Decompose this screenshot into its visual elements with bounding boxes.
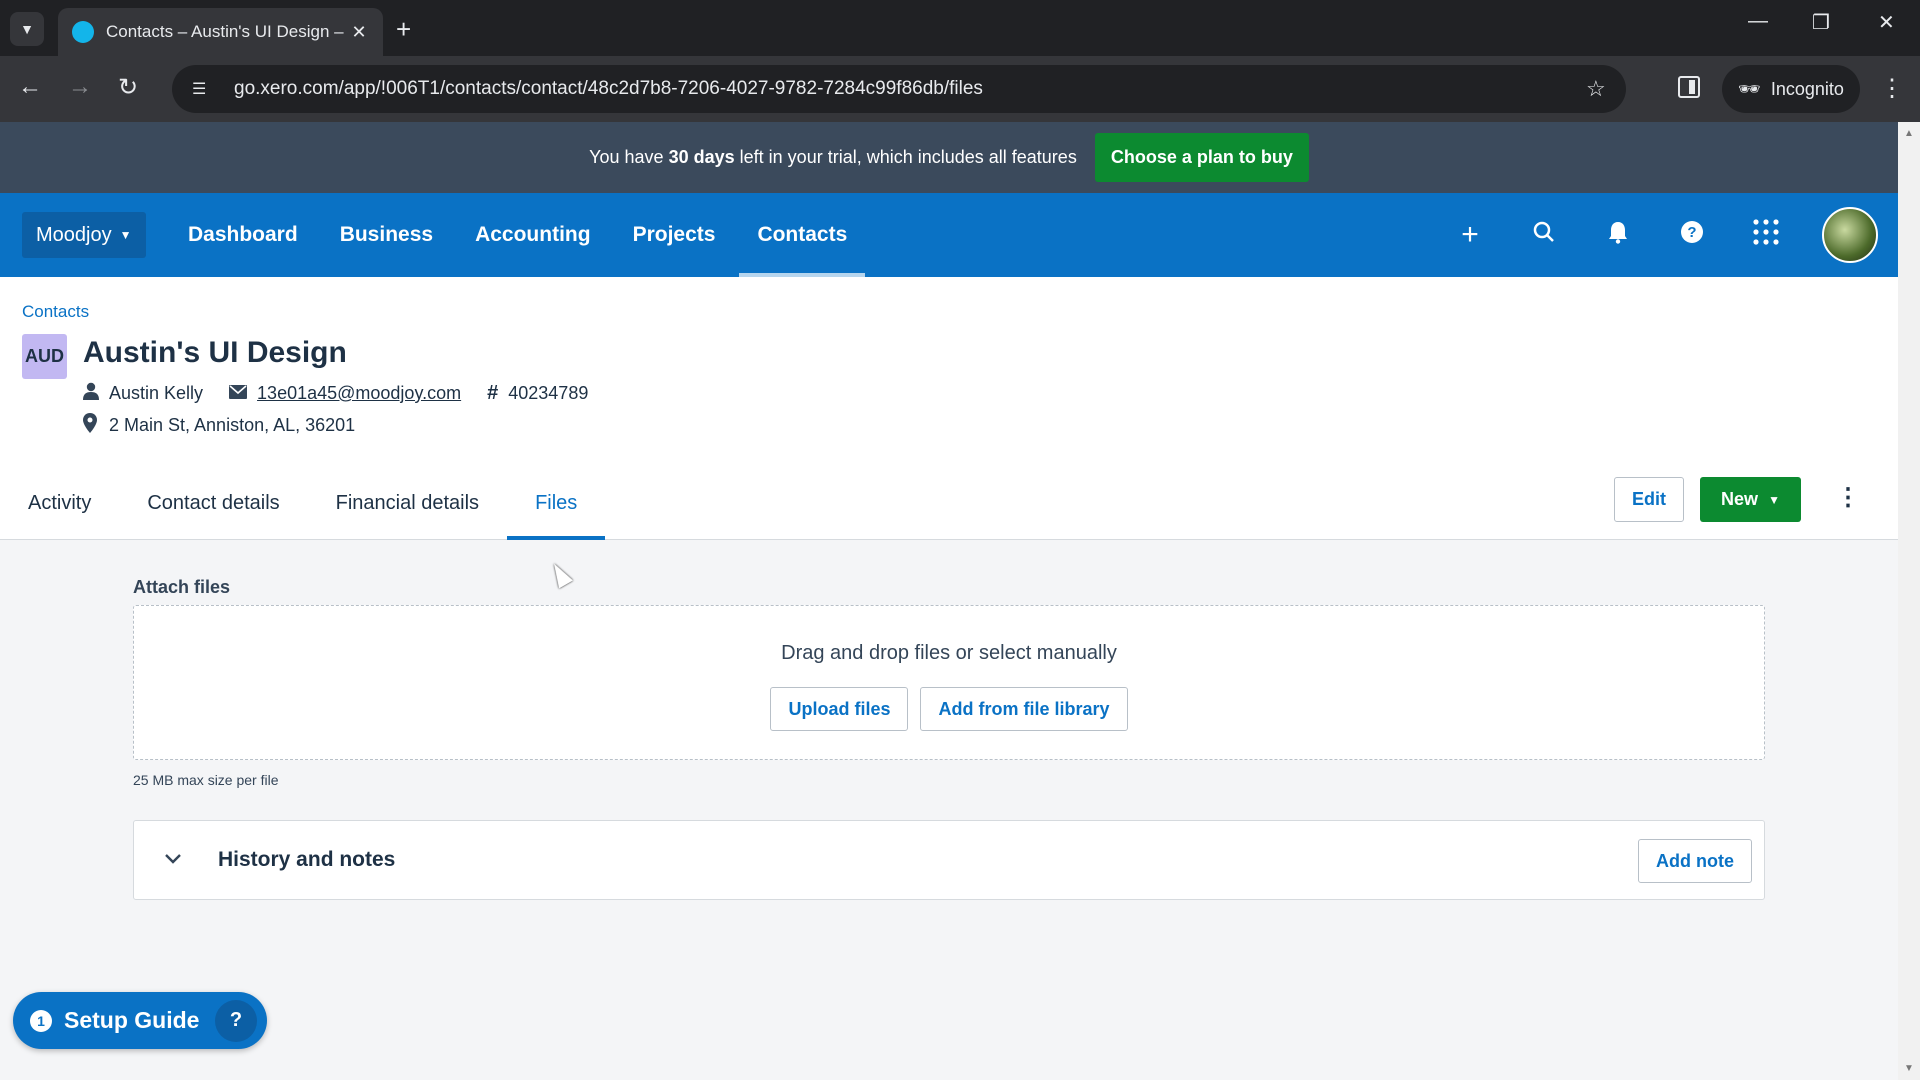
browser-toolbar: ← → ↻ ☰ go.xero.com/app/!006T1/contacts/… (0, 56, 1920, 122)
chat-help-icon[interactable]: ? (215, 999, 257, 1042)
apps-grid-icon[interactable] (1748, 218, 1784, 253)
nav-projects[interactable]: Projects (615, 193, 734, 277)
svg-text:?: ? (1687, 224, 1696, 241)
browser-tab[interactable]: Contacts – Austin's UI Design – ✕ (58, 8, 383, 56)
chevron-down-icon[interactable] (164, 845, 182, 871)
contact-tabs: Activity Contact details Financial detai… (0, 467, 606, 540)
back-icon[interactable]: ← (18, 73, 42, 101)
caret-down-icon: ▼ (1768, 492, 1780, 507)
breadcrumb-contacts[interactable]: Contacts (22, 302, 89, 322)
tab-search-button[interactable]: ▼ (10, 12, 44, 46)
browser-menu-icon[interactable]: ⋮ (1880, 74, 1904, 103)
tab-files[interactable]: Files (507, 467, 606, 540)
edit-button[interactable]: Edit (1614, 477, 1684, 522)
nav-contacts[interactable]: Contacts (739, 193, 866, 277)
setup-count-badge: 1 (30, 1009, 52, 1032)
nav-business[interactable]: Business (322, 193, 451, 277)
max-size-note: 25 MB max size per file (133, 772, 279, 788)
contact-email-link[interactable]: 13e01a45@moodjoy.com (257, 383, 461, 404)
nav-accounting[interactable]: Accounting (457, 193, 609, 277)
site-info-icon[interactable]: ☰ (192, 79, 214, 99)
trial-suffix: left in your trial, which includes all f… (739, 147, 1077, 167)
address-bar[interactable]: ☰ go.xero.com/app/!006T1/contacts/contac… (172, 65, 1626, 113)
new-button-label: New (1721, 489, 1759, 509)
tab-title: Contacts – Austin's UI Design – (106, 22, 344, 41)
incognito-icon: 🕶 (1738, 78, 1761, 99)
new-button[interactable]: New ▼ (1700, 477, 1801, 522)
upload-files-button[interactable]: Upload files (770, 687, 909, 731)
tab-financial-details[interactable]: Financial details (308, 467, 507, 540)
search-icon[interactable] (1526, 220, 1562, 251)
page-scrollbar[interactable]: ▲ ▼ (1898, 122, 1920, 1080)
setup-guide-button[interactable]: 1 Setup Guide ? (13, 992, 267, 1049)
bookmark-star-icon[interactable]: ☆ (1586, 76, 1626, 102)
main-nav: Moodjoy ▼ Dashboard Business Accounting … (0, 193, 1898, 277)
location-pin-icon (83, 413, 97, 438)
close-window-icon[interactable]: ✕ (1878, 10, 1895, 35)
incognito-label: Incognito (1770, 78, 1844, 99)
hash-icon: # (487, 382, 499, 404)
browser-tabstrip: ▼ Contacts – Austin's UI Design – ✕ + — … (0, 0, 1920, 56)
history-panel: History and notes Add note (133, 820, 1765, 900)
page-viewport: You have 30 days left in your trial, whi… (0, 122, 1898, 1080)
contact-badge: AUD (22, 334, 67, 379)
minimize-icon[interactable]: — (1748, 10, 1768, 33)
nav-dashboard[interactable]: Dashboard (170, 193, 316, 277)
choose-plan-button[interactable]: Choose a plan to buy (1094, 133, 1309, 182)
org-name: Moodjoy (36, 223, 112, 246)
incognito-button[interactable]: 🕶 Incognito (1722, 65, 1860, 113)
dropzone-text: Drag and drop files or select manually (781, 642, 1117, 664)
help-icon[interactable]: ? (1674, 220, 1710, 251)
trial-banner: You have 30 days left in your trial, whi… (0, 122, 1898, 193)
restore-icon[interactable]: ❐ (1812, 10, 1830, 35)
mail-icon (229, 383, 248, 404)
trial-message: You have 30 days left in your trial, whi… (589, 147, 1077, 168)
contact-meta: Austin Kelly 13e01a45@moodjoy.com # 4023… (83, 382, 588, 405)
side-panel-icon[interactable] (1678, 76, 1700, 98)
org-switcher[interactable]: Moodjoy ▼ (22, 212, 146, 258)
forward-icon[interactable]: → (68, 73, 92, 101)
setup-guide-label: Setup Guide (64, 1007, 200, 1033)
scroll-up-icon[interactable]: ▲ (1904, 128, 1914, 139)
caret-down-icon: ▼ (119, 228, 132, 242)
add-note-button[interactable]: Add note (1638, 839, 1752, 883)
tab-activity[interactable]: Activity (0, 467, 119, 540)
page-title: Austin's UI Design (83, 336, 347, 369)
history-title: History and notes (218, 848, 396, 871)
contact-address: 2 Main St, Anniston, AL, 36201 (109, 415, 356, 435)
reload-icon[interactable]: ↻ (118, 73, 138, 102)
contact-header: Contacts AUD Austin's UI Design Austin K… (0, 277, 1898, 540)
attach-files-label: Attach files (133, 577, 231, 597)
xero-favicon-icon (72, 21, 94, 43)
url-text: go.xero.com/app/!006T1/contacts/contact/… (234, 78, 983, 99)
trial-days: 30 days (668, 147, 735, 167)
chevron-down-icon: ▼ (20, 21, 34, 37)
trial-prefix: You have (589, 147, 664, 167)
file-dropzone[interactable]: Drag and drop files or select manually U… (133, 605, 1765, 760)
new-tab-icon[interactable]: + (396, 14, 411, 45)
bell-icon[interactable] (1600, 220, 1636, 251)
contact-address-row: 2 Main St, Anniston, AL, 36201 (83, 413, 355, 438)
contact-person: Austin Kelly (109, 383, 204, 403)
more-options-icon[interactable]: ⋮ (1836, 483, 1860, 512)
mouse-cursor (547, 559, 573, 589)
scroll-down-icon[interactable]: ▼ (1904, 1063, 1914, 1074)
contact-number: 40234789 (508, 383, 589, 403)
close-tab-icon[interactable]: ✕ (349, 22, 369, 43)
plus-icon[interactable]: + (1452, 218, 1488, 252)
user-avatar[interactable] (1822, 207, 1878, 263)
person-icon (83, 382, 99, 405)
add-from-library-button[interactable]: Add from file library (920, 687, 1128, 731)
tab-contact-details[interactable]: Contact details (119, 467, 307, 540)
